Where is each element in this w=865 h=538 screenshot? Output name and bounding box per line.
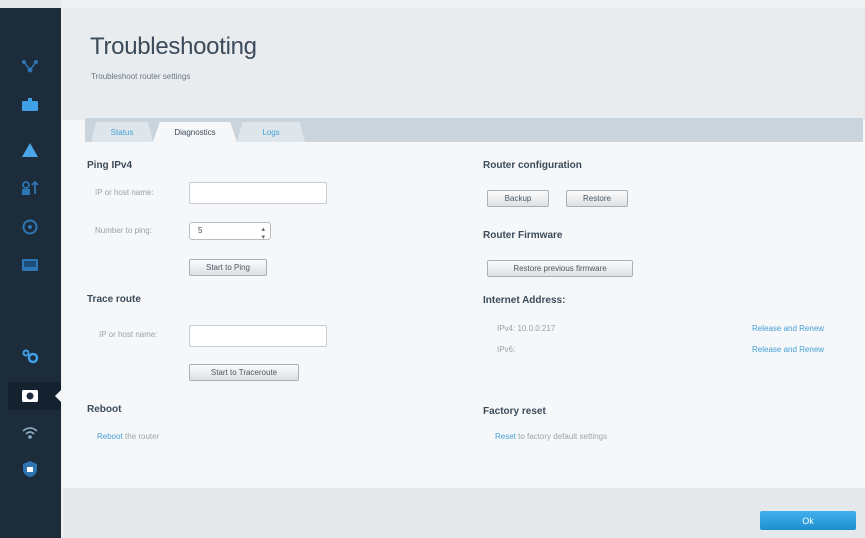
factory-reset-line: Reset to factory default settings [495,432,607,441]
sidebar-top-strip [0,0,61,8]
reboot-text: the router [122,432,160,441]
network-map-icon[interactable] [18,55,42,77]
reboot-line: Reboot the router [97,432,159,441]
backup-button[interactable]: Backup [487,190,549,207]
ipv6-release-renew-link[interactable]: Release and Renew [752,345,824,354]
troubleshooting-icon[interactable] [18,385,42,407]
restore-button[interactable]: Restore [566,190,628,207]
restore-firmware-button[interactable]: Restore previous firmware [487,260,633,277]
router-firmware-title: Router Firmware [483,230,563,241]
display-icon[interactable] [18,254,42,276]
internet-address-title: Internet Address: [483,295,566,306]
page-subtitle: Troubleshoot router settings [91,72,191,81]
tab-diagnostics[interactable]: Diagnostics [153,122,237,142]
factory-reset-text: to factory default settings [515,432,608,441]
tab-status[interactable]: Status [91,122,153,142]
tab-logs[interactable]: Logs [237,122,305,142]
tab-bar: Status Diagnostics Logs [85,118,863,142]
reboot-section-title: Reboot [87,404,122,415]
start-traceroute-button[interactable]: Start to Traceroute [189,364,299,381]
ok-button[interactable]: Ok [760,511,856,530]
router-icon[interactable] [18,94,42,116]
trace-section-title: Trace route [87,294,141,305]
trace-host-label: IP or host name: [99,330,158,339]
trace-host-input[interactable] [189,325,327,347]
ping-host-label: IP or host name: [95,188,154,197]
router-config-title: Router configuration [483,160,582,171]
security-shield-icon[interactable] [18,458,42,480]
page-title: Troubleshooting [90,33,257,60]
sidebar [0,0,62,538]
ipv4-label: IPv4: 10.0.0.217 [497,324,556,333]
factory-reset-link[interactable]: Reset [495,432,516,441]
page-header: Troubleshooting Troubleshoot router sett… [63,8,865,120]
speed-icon[interactable] [18,216,42,238]
devices-icon[interactable] [18,177,42,199]
ping-number-value: 5 [198,226,203,235]
factory-reset-title: Factory reset [483,406,546,417]
alert-icon[interactable] [18,139,42,161]
ping-section-title: Ping IPv4 [87,160,133,171]
ipv6-label: IPv6: [497,345,516,354]
connectivity-icon[interactable] [18,345,42,367]
ping-number-label: Number to ping: [95,226,152,235]
wireless-icon[interactable] [18,422,42,444]
ping-host-input[interactable] [189,182,327,204]
select-arrows-icon: ▴ ▾ [261,226,265,241]
active-pointer-icon [55,389,62,403]
reboot-link[interactable]: Reboot [97,432,123,441]
start-ping-button[interactable]: Start to Ping [189,259,267,276]
footer-bar: Ok [63,488,865,538]
main-panel: Troubleshooting Troubleshoot router sett… [63,8,865,538]
diagnostics-content: Ping IPv4 IP or host name: Number to pin… [85,142,863,487]
ping-number-select[interactable]: 5 ▴ ▾ [189,222,271,241]
ipv4-release-renew-link[interactable]: Release and Renew [752,324,824,333]
